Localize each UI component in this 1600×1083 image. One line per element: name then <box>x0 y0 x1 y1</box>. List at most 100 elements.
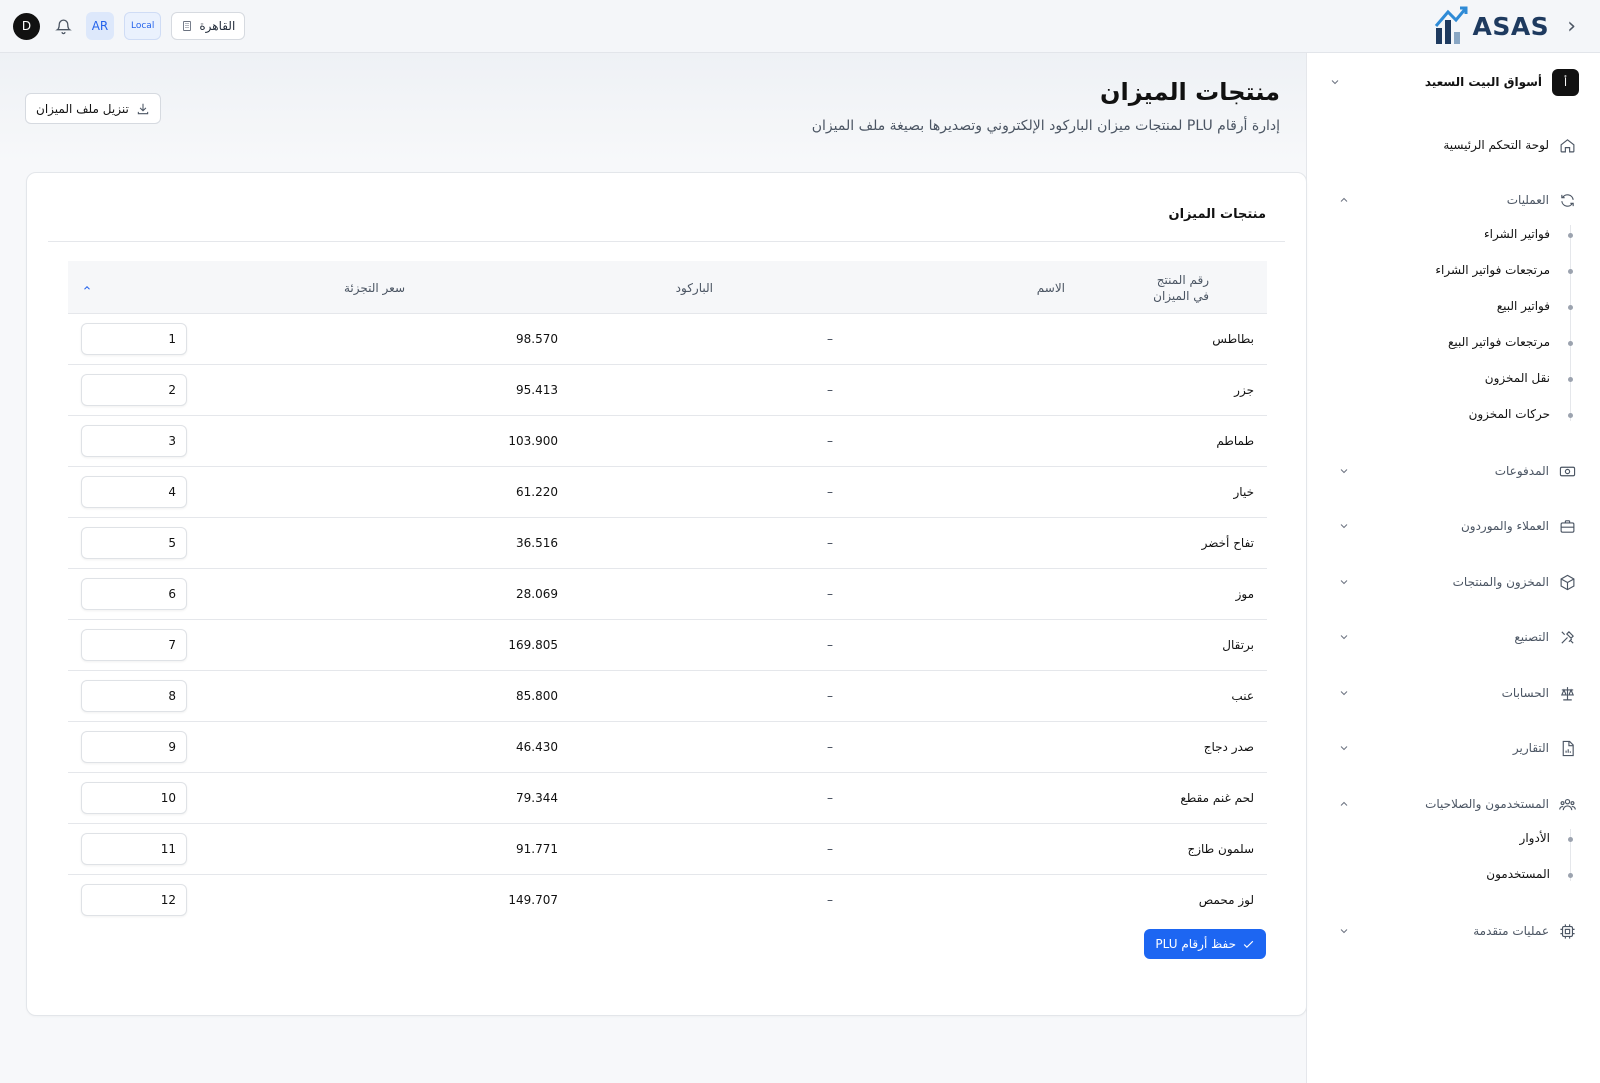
sidebar-item-label: التصنيع <box>1514 630 1549 644</box>
download-scale-file-button[interactable]: تنزيل ملف الميزان <box>25 93 161 124</box>
plu-input[interactable]: 7 <box>81 629 187 661</box>
save-plu-button[interactable]: حفظ أرقام PLU <box>1144 929 1266 959</box>
sidebar-subitem-stock-movements[interactable]: حركات المخزون <box>1469 407 1550 421</box>
sidebar-subitem-roles[interactable]: الأدوار <box>1520 831 1550 845</box>
company-name: أسواق البيت السعيد <box>1424 75 1542 89</box>
column-header-barcode[interactable]: الباركود <box>676 261 713 314</box>
submenu-dot <box>1568 233 1573 238</box>
chevron-up-icon <box>1337 194 1351 206</box>
cell-barcode: – <box>827 383 833 397</box>
sidebar-item-reports[interactable]: التقارير <box>1337 737 1576 759</box>
page-title: منتجات الميزان <box>1100 78 1280 106</box>
sidebar: أ أسواق البيت السعيد لوحة التحكم الرئيسي… <box>1306 53 1600 1083</box>
column-header-price[interactable]: سعر التجزئة <box>344 261 405 314</box>
cell-barcode: – <box>827 638 833 652</box>
notifications-bell-icon[interactable] <box>50 13 76 39</box>
plu-input[interactable]: 2 <box>81 374 187 406</box>
plu-input[interactable]: 4 <box>81 476 187 508</box>
cell-price: 79.344 <box>516 791 558 805</box>
brand: ASAS › <box>1434 6 1576 46</box>
sidebar-item-label: المخزون والمنتجات <box>1452 575 1549 589</box>
cell-price: 98.570 <box>516 332 558 346</box>
table-row: عنب – 85.800 8 <box>68 671 1267 722</box>
cell-name: جزر <box>1234 383 1254 397</box>
sidebar-subitem-sales-returns[interactable]: مرتجعات فواتير البيع <box>1448 335 1550 349</box>
mode-badge[interactable]: Local <box>124 12 162 40</box>
sidebar-item-label: العملاء والموردون <box>1460 519 1549 533</box>
money-icon <box>1558 462 1576 480</box>
submenu-dot <box>1568 413 1573 418</box>
sidebar-subitem-purchase-returns[interactable]: مرتجعات فواتير الشراء <box>1435 263 1550 277</box>
cell-price: 46.430 <box>516 740 558 754</box>
download-button-label: تنزيل ملف الميزان <box>36 101 129 116</box>
cell-name: تفاح أخضر <box>1201 536 1254 550</box>
table-body: بطاطس – 98.570 1 جزر – 95.413 2 طماطم – 103.900 3 خي… <box>68 314 1267 926</box>
cell-barcode: – <box>827 536 833 550</box>
chevron-down-icon <box>1331 80 1339 85</box>
topbar-actions: D AR Local القاهرة <box>13 12 246 40</box>
sidebar-subitem-sales-invoices[interactable]: فواتير البيع <box>1497 299 1550 313</box>
sidebar-subitem-stock-transfer[interactable]: نقل المخزون <box>1485 371 1550 385</box>
plu-input[interactable]: 5 <box>81 527 187 559</box>
cell-name: طماطم <box>1216 434 1254 448</box>
save-button-label: حفظ أرقام PLU <box>1155 937 1236 951</box>
chevron-down-icon <box>1337 631 1351 643</box>
submenu-line <box>1570 225 1571 421</box>
sidebar-item-accounts[interactable]: الحسابات <box>1337 682 1576 704</box>
language-toggle-button[interactable]: AR <box>86 12 114 40</box>
plu-input[interactable]: 8 <box>81 680 187 712</box>
cell-name: عنب <box>1231 689 1254 703</box>
plu-input[interactable]: 6 <box>81 578 187 610</box>
sidebar-item-customers-suppliers[interactable]: العملاء والموردون <box>1337 515 1576 537</box>
cell-price: 91.771 <box>516 842 558 856</box>
column-header-name[interactable]: الاسم <box>1037 261 1065 314</box>
sidebar-item-operations[interactable]: العمليات <box>1337 189 1576 211</box>
card-title: منتجات الميزان <box>1168 207 1267 222</box>
sort-asc-chevron-icon[interactable] <box>82 261 92 314</box>
home-icon <box>1558 136 1576 154</box>
sidebar-item-dashboard[interactable]: لوحة التحكم الرئيسية <box>1337 134 1576 156</box>
chevron-down-icon <box>1337 576 1351 588</box>
plu-input[interactable]: 1 <box>81 323 187 355</box>
chevron-down-icon <box>1337 742 1351 754</box>
cell-price: 61.220 <box>516 485 558 499</box>
plu-input[interactable]: 11 <box>81 833 187 865</box>
branch-selector-button[interactable]: القاهرة <box>171 12 246 40</box>
table-row: خيار – 61.220 4 <box>68 467 1267 518</box>
chevron-down-icon <box>1337 520 1351 532</box>
sidebar-item-manufacturing[interactable]: التصنيع <box>1337 626 1576 648</box>
branch-label: القاهرة <box>199 19 236 33</box>
plu-input[interactable]: 3 <box>81 425 187 457</box>
sidebar-item-label: التقارير <box>1512 741 1549 755</box>
refresh-icon <box>1558 191 1576 209</box>
sidebar-item-label: عمليات متقدمة <box>1473 924 1549 938</box>
table-row: لوز محمص – 149.707 12 <box>68 875 1267 926</box>
cell-price: 85.800 <box>516 689 558 703</box>
table-row: لحم غنم مقطع – 79.344 10 <box>68 773 1267 824</box>
company-selector[interactable]: أ أسواق البيت السعيد <box>1329 68 1579 96</box>
check-icon <box>1243 940 1254 948</box>
cell-barcode: – <box>827 332 833 346</box>
cell-price: 36.516 <box>516 536 558 550</box>
company-logo: أ <box>1552 68 1579 96</box>
submenu-dot <box>1568 305 1573 310</box>
chip-icon <box>1558 922 1576 940</box>
sidebar-collapse-icon[interactable]: › <box>1567 14 1576 39</box>
cell-price: 95.413 <box>516 383 558 397</box>
submenu-dot <box>1568 341 1573 346</box>
sidebar-item-label: المستخدمون والصلاحيات <box>1425 797 1549 811</box>
plu-input[interactable]: 9 <box>81 731 187 763</box>
sidebar-subitem-users[interactable]: المستخدمون <box>1486 867 1550 881</box>
plu-input[interactable]: 12 <box>81 884 187 916</box>
sidebar-item-label: المدفوعات <box>1494 464 1549 478</box>
sidebar-subitem-purchase-invoices[interactable]: فواتير الشراء <box>1484 227 1550 241</box>
sidebar-item-inventory-products[interactable]: المخزون والمنتجات <box>1337 571 1576 593</box>
sidebar-item-advanced-operations[interactable]: عمليات متقدمة <box>1337 920 1576 942</box>
plu-input[interactable]: 10 <box>81 782 187 814</box>
scale-products-card: منتجات الميزان الاسم الباركود سعر التجزئ… <box>26 172 1307 1016</box>
column-header-plu[interactable]: رقم المنتج في الميزان <box>1139 261 1209 314</box>
user-avatar[interactable]: D <box>13 12 40 40</box>
sidebar-item-payments[interactable]: المدفوعات <box>1337 460 1576 482</box>
scale-products-table: الاسم الباركود سعر التجزئة رقم المنتج في… <box>68 261 1267 926</box>
sidebar-item-users-permissions[interactable]: المستخدمون والصلاحيات <box>1337 793 1576 815</box>
